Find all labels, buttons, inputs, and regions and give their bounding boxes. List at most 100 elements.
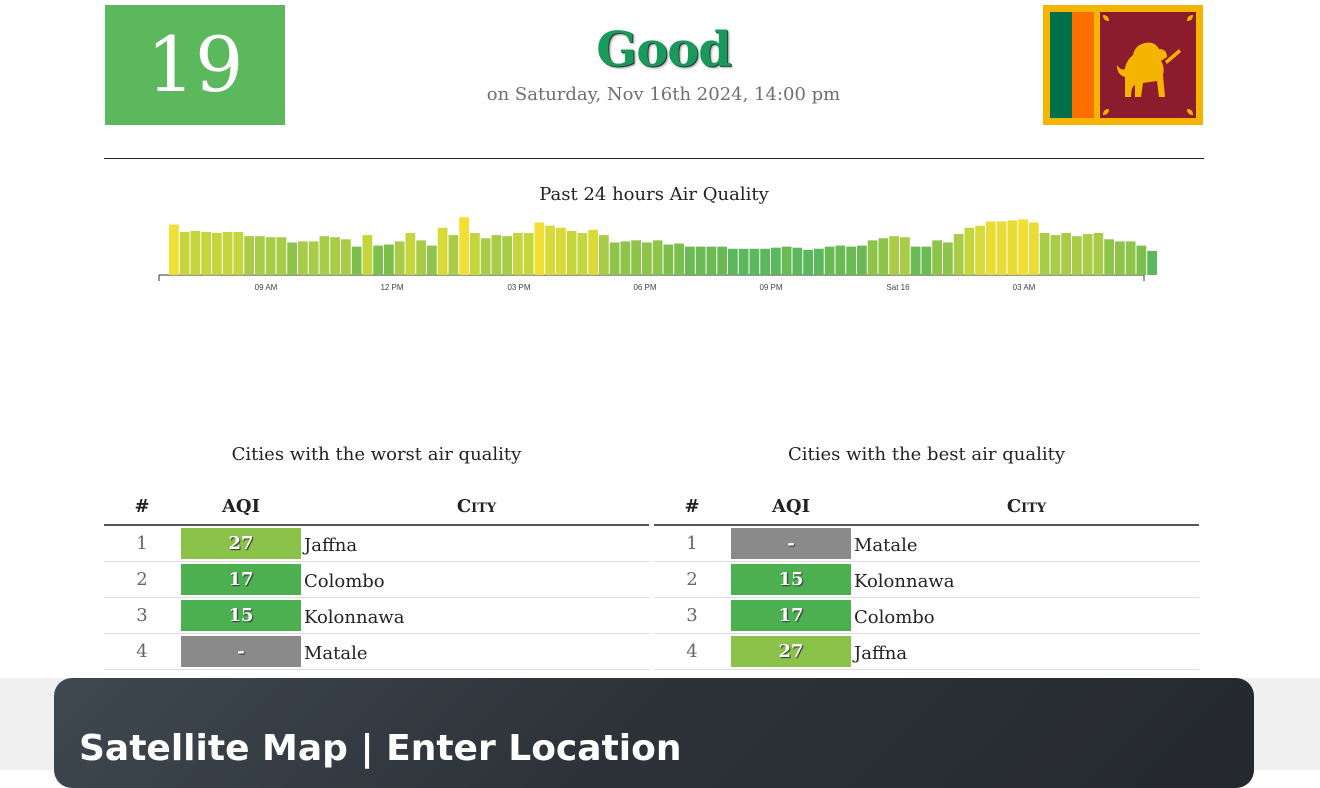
chart-bar (803, 249, 813, 275)
chart-bar (996, 221, 1007, 275)
chart-bar (319, 236, 330, 275)
chart-bar (631, 240, 641, 275)
chart-bar (308, 241, 319, 275)
chart-bar (233, 231, 244, 275)
table-header: # AQI City (654, 492, 1199, 526)
chart-bar (287, 242, 297, 275)
chart-bar (642, 242, 652, 275)
worst-cities-table: # AQI City 1 27 Jaffna 2 17 Colombo 3 15 Kolonna… (104, 492, 649, 670)
header-divider (104, 158, 1204, 159)
row-rank: 1 (136, 533, 148, 554)
chart-bar (459, 217, 469, 275)
flag-icon (1043, 5, 1203, 125)
chart-bar (427, 245, 437, 275)
chart-bar (577, 233, 588, 275)
worst-cities-title: Cities with the worst air quality (231, 444, 522, 465)
chart-bar (556, 227, 566, 275)
row-city-name[interactable]: Kolonnawa (304, 607, 404, 628)
table-row[interactable]: 2 15 Kolonnawa (654, 562, 1199, 598)
chart-bar (1104, 239, 1114, 275)
chart-bar (728, 248, 738, 275)
chart-bar (437, 227, 448, 275)
chart-bar (620, 241, 631, 275)
table-row[interactable]: 3 15 Kolonnawa (104, 598, 649, 634)
chart-bar (835, 245, 846, 275)
chart-bar (341, 239, 351, 275)
chart-bar (298, 241, 308, 275)
chart-bar (781, 246, 792, 275)
chart-bar (190, 230, 201, 275)
row-city-name[interactable]: Colombo (854, 607, 935, 628)
row-city-name[interactable]: Jaffna (854, 643, 907, 664)
chart-bar (384, 244, 394, 275)
col-city: City (1006, 496, 1047, 517)
row-aqi-badge: - (181, 636, 301, 667)
table-row[interactable]: 2 17 Colombo (104, 562, 649, 598)
row-rank: 1 (686, 533, 698, 554)
chart-x-tick-label: 09 PM (759, 283, 782, 292)
aqi-status: Good (596, 22, 732, 78)
row-city-name[interactable]: Matale (304, 643, 368, 664)
aqi-value-box: 19 (105, 5, 285, 125)
chart-bar (448, 235, 459, 275)
chart-bar (276, 237, 287, 275)
table-row[interactable]: 4 - Matale (104, 634, 649, 670)
chart-bar (362, 235, 373, 275)
chart-bar (566, 230, 577, 275)
chart-bar (943, 242, 953, 275)
chart-bar (846, 246, 856, 275)
chart-title: Past 24 hours Air Quality (539, 184, 769, 205)
table-row[interactable]: 3 17 Colombo (654, 598, 1199, 634)
row-city-name[interactable]: Kolonnawa (854, 571, 954, 592)
chart-bar (201, 231, 211, 275)
table-row[interactable]: 4 27 Jaffna (654, 634, 1199, 670)
chart-bar (792, 247, 803, 275)
chart-bar (169, 224, 179, 275)
col-num: # (134, 496, 150, 517)
chart-bar (975, 225, 985, 275)
chart-bar (545, 225, 555, 275)
chart-bar (695, 246, 706, 275)
chart-bar (480, 238, 491, 275)
chart-bar (857, 245, 867, 275)
chart-bar (599, 235, 609, 275)
row-city-name[interactable]: Jaffna (304, 535, 357, 556)
chart-x-tick-label: 12 PM (380, 283, 403, 292)
col-aqi: AQI (221, 496, 261, 517)
chart-bar (867, 240, 878, 275)
row-city-name[interactable]: Colombo (304, 571, 385, 592)
table-row[interactable]: 1 - Matale (654, 526, 1199, 562)
chart-bar (255, 236, 265, 275)
row-rank: 3 (686, 605, 698, 626)
chart-bar (652, 240, 663, 275)
chart-bar (910, 246, 921, 275)
row-rank: 4 (136, 641, 148, 662)
row-rank: 4 (686, 641, 698, 662)
chart-bar (1147, 250, 1157, 275)
best-cities-table: # AQI City 1 - Matale 2 15 Kolonnawa 3 17 Colomb… (654, 492, 1199, 670)
chart-bar (523, 233, 534, 275)
chart-bar (1061, 233, 1071, 275)
chart-bar (749, 248, 760, 275)
chart-bar (502, 236, 512, 275)
chart-bar (1039, 233, 1050, 275)
table-row[interactable]: 1 27 Jaffna (104, 526, 649, 562)
row-rank: 3 (136, 605, 148, 626)
row-rank: 2 (136, 569, 148, 590)
sri-lanka-flag (1043, 5, 1203, 125)
row-city-name[interactable]: Matale (854, 535, 918, 556)
row-rank: 2 (686, 569, 698, 590)
chart-bar (717, 246, 727, 275)
chart-bar (405, 233, 416, 275)
col-num: # (684, 496, 700, 517)
chart-bar (1082, 234, 1093, 275)
chart-bar (685, 246, 695, 275)
chart-bar (738, 248, 749, 275)
row-aqi-badge: 15 (731, 564, 851, 595)
col-city: City (456, 496, 497, 517)
row-aqi-badge: 17 (181, 564, 301, 595)
row-aqi-badge: 15 (181, 600, 301, 631)
chart-bar (588, 229, 598, 275)
chart-bar (470, 233, 480, 275)
row-aqi-badge: 27 (181, 528, 301, 559)
